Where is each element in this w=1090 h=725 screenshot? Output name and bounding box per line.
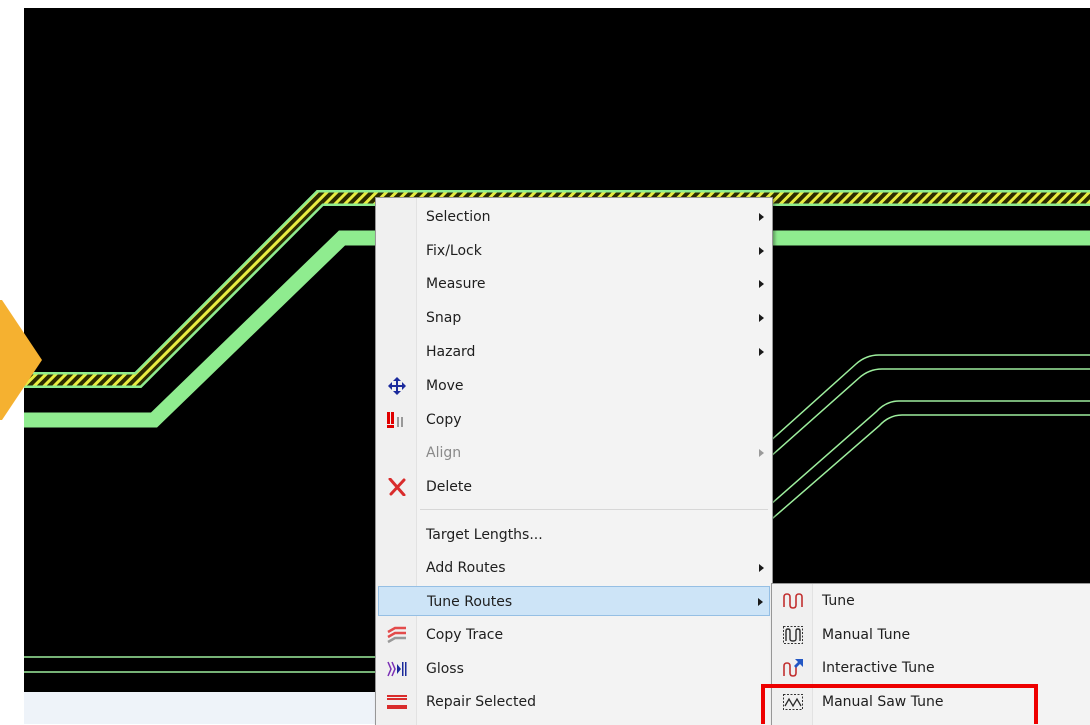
- move-icon: [387, 377, 407, 395]
- submenu-item-tune[interactable]: Tune: [774, 586, 1089, 616]
- menu-item-copy[interactable]: Copy: [378, 405, 770, 435]
- submenu-item-manual-tune[interactable]: Manual Tune: [774, 620, 1089, 650]
- menu-item-copy-trace[interactable]: Copy Trace: [378, 620, 770, 650]
- arrow-annotation-icon: [0, 300, 42, 420]
- submenu-arrow-icon: [759, 213, 764, 221]
- menu-item-delete[interactable]: Delete: [378, 472, 770, 502]
- menu-item-label: Interactive Tune: [822, 660, 935, 676]
- menu-item-label: Repair Selected: [426, 694, 536, 710]
- menu-item-label: Manual Tune: [822, 627, 911, 643]
- menu-item-move[interactable]: Move: [378, 371, 770, 401]
- menu-item-repair-selected[interactable]: Repair Selected: [378, 687, 770, 717]
- tune-icon: [783, 592, 803, 610]
- menu-item-label: Snap: [426, 310, 462, 326]
- menu-separator: [420, 509, 768, 510]
- menu-item-label: Selection: [426, 209, 491, 225]
- menu-item-label: Tune: [822, 593, 855, 609]
- menu-item-gloss[interactable]: Gloss: [378, 654, 770, 684]
- menu-item-measure[interactable]: Measure: [378, 269, 770, 299]
- outline-traces-left[interactable]: [24, 656, 384, 673]
- menu-item-label: Fix/Lock: [426, 243, 482, 259]
- menu-item-label: Target Lengths...: [426, 527, 543, 543]
- submenu-arrow-icon: [759, 247, 764, 255]
- menu-item-selection[interactable]: Selection: [378, 202, 770, 232]
- interactive-tune-icon: [783, 659, 803, 677]
- menu-item-add-routes[interactable]: Add Routes: [378, 553, 770, 583]
- copy-icon: [387, 411, 407, 429]
- copy-trace-icon: [387, 626, 407, 644]
- menu-item-target-lengths[interactable]: Target Lengths...: [378, 520, 770, 550]
- menu-item-label: Copy: [426, 412, 462, 428]
- context-menu: Selection Fix/Lock Measure Snap Hazard M…: [375, 197, 773, 725]
- delete-icon: [387, 478, 407, 496]
- submenu-arrow-icon: [759, 449, 764, 457]
- menu-item-label: Hazard: [426, 344, 476, 360]
- menu-item-label: Move: [426, 378, 464, 394]
- submenu-item-interactive-tune[interactable]: Interactive Tune: [774, 653, 1089, 683]
- menu-item-label: Align: [426, 445, 462, 461]
- submenu-arrow-icon: [759, 564, 764, 572]
- submenu-arrow-icon: [759, 348, 764, 356]
- menu-item-label: Measure: [426, 276, 486, 292]
- menu-item-align[interactable]: Align: [378, 438, 770, 468]
- menu-item-tune-routes[interactable]: Tune Routes: [378, 586, 770, 616]
- submenu-arrow-icon: [759, 314, 764, 322]
- menu-item-label: Add Routes: [426, 560, 506, 576]
- submenu-arrow-icon: [758, 598, 763, 606]
- gloss-icon: [387, 660, 407, 678]
- menu-item-label: Copy Trace: [426, 627, 504, 643]
- highlight-annotation-box: [761, 684, 1038, 724]
- submenu-arrow-icon: [759, 280, 764, 288]
- menu-item-label: Delete: [426, 479, 472, 495]
- repair-icon: [387, 693, 407, 711]
- menu-item-snap[interactable]: Snap: [378, 303, 770, 333]
- manual-tune-icon: [783, 626, 803, 644]
- menu-item-fix-lock[interactable]: Fix/Lock: [378, 236, 770, 266]
- menu-item-hazard[interactable]: Hazard: [378, 337, 770, 367]
- menu-item-label: Tune Routes: [427, 594, 513, 610]
- menu-item-label: Gloss: [426, 661, 464, 677]
